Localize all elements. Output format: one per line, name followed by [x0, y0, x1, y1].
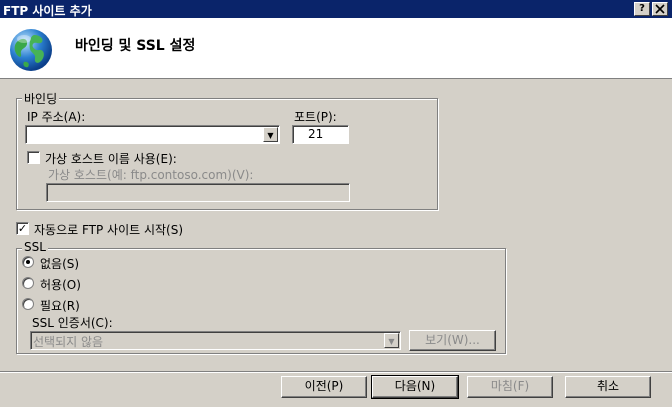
chevron-down-icon[interactable]: ▼ [263, 127, 278, 142]
close-button[interactable] [652, 2, 668, 16]
title-bar[interactable] [0, 0, 672, 18]
ssl-allow-radio[interactable] [22, 277, 34, 289]
virtual-host-checkbox[interactable] [27, 151, 40, 164]
ip-address-label: IP 주소(A): [27, 110, 86, 124]
view-certificate-button[interactable]: 보기(W)... [409, 330, 496, 351]
virtual-host-input[interactable] [46, 183, 350, 202]
finish-button[interactable]: 마침(F) [467, 376, 553, 398]
ssl-certificate-label: SSL 인증서(C): [32, 316, 113, 330]
port-input[interactable]: 21 [292, 125, 349, 144]
ssl-require-label: 필요(R) [40, 299, 80, 313]
ssl-none-label: 없음(S) [40, 257, 80, 271]
ssl-none-radio[interactable] [22, 256, 34, 268]
next-button[interactable]: 다음(N) [371, 375, 459, 399]
ssl-group-label: SSL [22, 240, 48, 254]
ssl-require-radio[interactable] [22, 298, 34, 310]
window-title: FTP 사이트 추가 [3, 4, 92, 18]
virtual-host-label: 가상 호스트(예: ftp.contoso.com)(V): [48, 168, 254, 182]
port-label: 포트(P): [294, 110, 337, 124]
ssl-allow-label: 허용(O) [40, 278, 81, 292]
cancel-button[interactable]: 취소 [565, 376, 651, 398]
ssl-certificate-value: 선택되지 않음 [33, 335, 104, 349]
page-title: 바인딩 및 SSL 설정 [75, 38, 196, 54]
chevron-down-icon[interactable]: ▼ [384, 333, 399, 348]
binding-group-label: 바인딩 [22, 90, 60, 107]
auto-start-checkbox[interactable]: ✓ [16, 222, 29, 235]
virtual-host-checkbox-label: 가상 호스트 이름 사용(E): [45, 152, 177, 166]
ssl-certificate-dropdown[interactable]: 선택되지 않음 ▼ [30, 331, 401, 350]
auto-start-label: 자동으로 FTP 사이트 시작(S) [34, 223, 184, 237]
help-button[interactable]: ? [634, 2, 650, 16]
close-icon [655, 4, 665, 14]
globe-icon [8, 27, 54, 73]
footer-divider [0, 371, 672, 373]
ip-address-dropdown[interactable]: ▼ [25, 125, 280, 144]
port-value: 21 [308, 127, 324, 141]
prev-button[interactable]: 이전(P) [281, 376, 367, 398]
